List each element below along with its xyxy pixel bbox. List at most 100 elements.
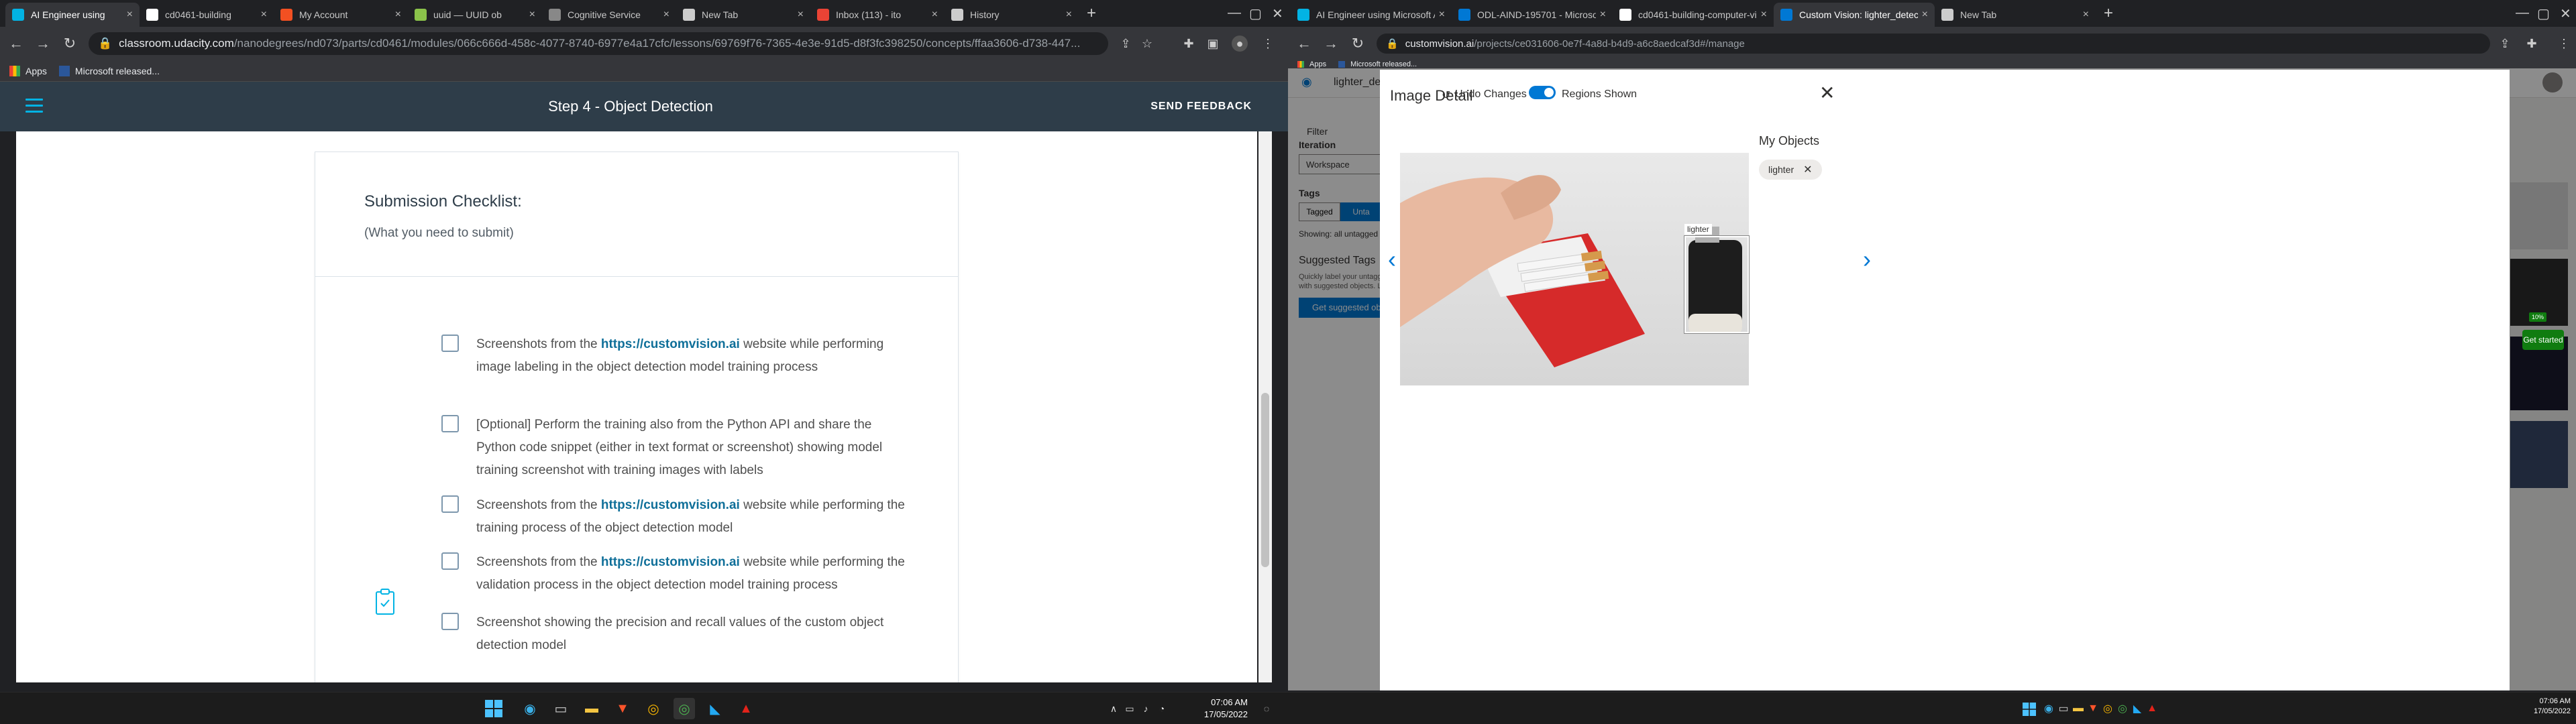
sidepanel-icon[interactable]: ▣ [1205,36,1221,52]
regions-shown-toggle[interactable] [1529,86,1556,99]
extensions-icon[interactable]: ✚ [2524,36,2540,52]
previous-image-icon[interactable]: ‹ [1388,245,1396,274]
tab-close-icon[interactable]: × [395,9,401,21]
wifi-icon[interactable]: ◔ [1151,698,1173,719]
new-tab-icon[interactable]: + [2104,4,2113,23]
browser-tab[interactable]: New Tab × [676,3,810,27]
chrome-icon[interactable]: ◎ [674,698,695,719]
remove-tag-icon[interactable]: ✕ [1803,163,1812,176]
tab-close-icon[interactable]: × [1761,9,1767,21]
back-icon[interactable]: ← [1291,35,1318,52]
checklist-item-text: Screenshots from the https://customvisio… [476,555,905,592]
windows-start-icon[interactable] [483,698,504,719]
browser-tab[interactable]: cd0461-building-computer-visio × [1613,3,1774,27]
tab-close-icon[interactable]: × [261,9,267,21]
customvision-link[interactable]: https://customvision.ai [601,555,740,569]
page-scrollbar[interactable] [1258,131,1272,682]
chrome-canary-icon[interactable]: ◎ [643,698,664,719]
camera-app-icon[interactable]: ▭ [550,698,572,719]
customvision-link[interactable]: https://customvision.ai [601,337,740,351]
get-started-button[interactable]: Get started [2522,330,2564,350]
checkbox[interactable] [441,335,459,352]
maximize-icon[interactable]: ▢ [1249,5,1262,22]
scrollbar-thumb[interactable] [1261,393,1269,567]
tab-close-icon[interactable]: × [663,9,669,21]
browser-tab[interactable]: ODL-AIND-195701 - Microsoft A × [1452,3,1613,27]
taskbar-clock[interactable]: 07:06 AM 17/05/2022 [2504,697,2571,717]
region-bounding-box[interactable] [1684,236,1749,333]
bookmarks-bar-row: Apps Microsoft released... [1288,60,2576,68]
checkbox[interactable] [441,415,459,432]
acrobat-icon[interactable]: ▲ [735,698,757,719]
close-window-icon[interactable]: ✕ [1272,5,1283,22]
tab-close-icon[interactable]: × [798,9,804,21]
close-window-icon[interactable]: ✕ [2560,5,2571,22]
browser-tab[interactable]: New Tab × [1935,3,2096,27]
extensions-icon[interactable]: ✚ [1181,36,1197,52]
bookmark-star-icon[interactable]: ☆ [1139,36,1155,52]
next-image-icon[interactable]: › [1863,245,1871,274]
undo-icon[interactable]: ↺ [1442,88,1450,102]
divider [315,276,958,277]
reload-icon[interactable]: ↻ [1344,35,1371,52]
checkbox[interactable] [441,495,459,513]
file-explorer-icon[interactable]: ▬ [581,698,602,719]
bookmark-apps[interactable]: Apps [9,65,47,76]
tab-title: New Tab [702,9,739,20]
tab-close-icon[interactable]: × [1066,9,1072,21]
browser-tab[interactable]: My Account × [274,3,408,27]
tab-close-icon[interactable]: × [1439,9,1445,21]
bookmark-microsoft[interactable]: Microsoft released... [58,65,160,76]
browser-tab[interactable]: AI Engineer using × [5,3,140,27]
progress-badge: 10% [2529,312,2546,322]
notification-icon[interactable]: ◌ [1256,698,1277,719]
address-bar[interactable]: 🔒 classroom.udacity.com/nanodegrees/nd07… [89,32,1108,55]
tab-close-icon[interactable]: × [1922,9,1928,21]
vscode-icon[interactable]: ◣ [704,698,726,719]
menu-icon[interactable]: ⋮ [1260,36,1276,52]
browser-tab[interactable]: AI Engineer using Microsoft Azu × [1291,3,1452,27]
tab-title: cd0461-building-computer-visio [1638,9,1757,20]
minimize-icon[interactable]: — [2516,5,2529,21]
forward-icon[interactable]: → [30,35,56,52]
bookmark-microsoft[interactable]: Microsoft released... [1338,60,1417,68]
custom-vision-app: ◉ lighter_detector ⚙ ? Filter Iteration … [1288,68,2576,690]
bookmark-apps[interactable]: Apps [1297,60,1326,68]
back-icon[interactable]: ← [3,35,30,52]
browser-tab[interactable]: Inbox (113) - ito × [810,3,945,27]
browser-tab[interactable]: History × [945,3,1079,27]
taskbar-clock[interactable]: 07:06 AM 17/05/2022 [1181,697,1248,721]
edge-icon[interactable]: ◉ [519,698,541,719]
send-feedback-button[interactable]: SEND FEEDBACK [1150,82,1252,131]
browser-tab[interactable]: uuid — UUID ob × [408,3,542,27]
checkbox[interactable] [441,552,459,570]
brave-icon[interactable]: ▼ [612,698,633,719]
browser-tab[interactable]: cd0461-building × [140,3,274,27]
share-icon[interactable]: ⇪ [1118,36,1134,52]
profile-avatar[interactable]: ● [1232,36,1248,52]
url-host: customvision.ai [1405,38,1474,50]
customvision-link[interactable]: https://customvision.ai [601,498,740,512]
address-bar[interactable]: 🔒 customvision.ai/projects/ce031606-0e7f… [1377,34,2490,54]
maximize-icon[interactable]: ▢ [2537,5,2550,22]
menu-icon[interactable]: ⋮ [2556,36,2572,52]
windows-start-icon[interactable] [2021,701,2038,718]
acrobat-icon[interactable]: ▲ [2141,698,2163,719]
new-tab-icon[interactable]: + [1087,4,1096,23]
tab-close-icon[interactable]: × [127,9,133,21]
reload-icon[interactable]: ↻ [56,35,83,52]
tab-close-icon[interactable]: × [2083,9,2089,21]
tab-close-icon[interactable]: × [1600,9,1606,21]
taskbar: ◉ ▭ ▬ ▼ ◎ ◎ ◣ ▲ ∧ ▭ ♪ ◔ 07:06 AM 17/05/2… [0,692,1288,724]
tag-chip-lighter[interactable]: lighter ✕ [1759,160,1822,180]
minimize-icon[interactable]: — [1228,5,1241,21]
browser-tab[interactable]: Custom Vision: lighter_detector × [1774,3,1935,27]
forward-icon[interactable]: → [1318,35,1344,52]
share-icon[interactable]: ⇪ [2497,36,2513,52]
undo-changes-button[interactable]: Undo Changes [1455,88,1527,101]
tab-close-icon[interactable]: × [529,9,535,21]
close-modal-icon[interactable]: ✕ [1819,82,1835,104]
checkbox[interactable] [441,613,459,630]
tab-close-icon[interactable]: × [932,9,938,21]
browser-tab[interactable]: Cognitive Service × [542,3,676,27]
